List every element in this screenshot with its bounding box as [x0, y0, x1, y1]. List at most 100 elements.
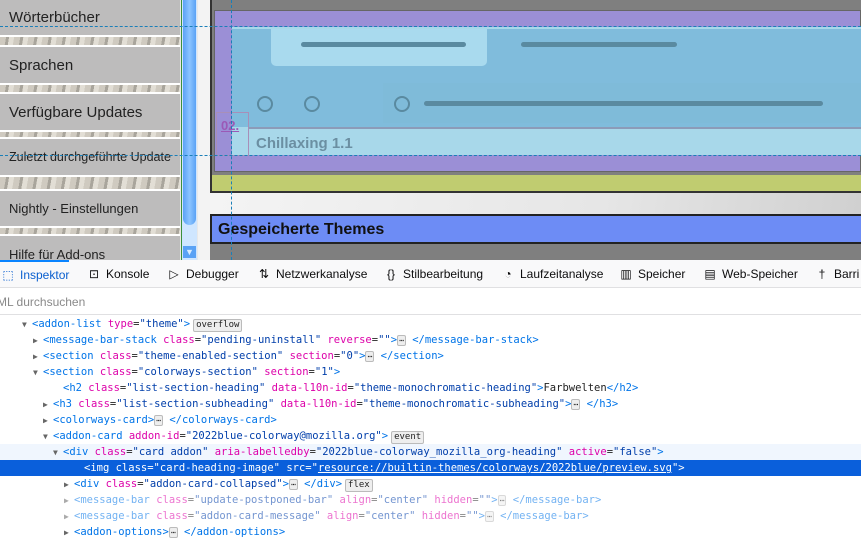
- expand-ellipsis-icon[interactable]: ⋯: [571, 399, 581, 410]
- tab-inspector[interactable]: ⬚ Inspektor: [0, 260, 70, 288]
- tag-open: <addon-list: [32, 318, 108, 330]
- markup-node[interactable]: ▶ <message-bar-stack class="pending-unins…: [0, 332, 861, 348]
- markup-node[interactable]: <h2 class="list-section-heading" data-l1…: [0, 380, 861, 396]
- attr-name: section: [264, 366, 309, 378]
- markup-node[interactable]: <img class="card-heading-image" src="res…: [0, 460, 861, 476]
- markup-node[interactable]: ▶ <message-bar class="addon-card-message"…: [0, 508, 861, 524]
- expand-twisty-icon[interactable]: ▶: [64, 509, 74, 525]
- markup-node[interactable]: ▶ <div class="addon-card-collapsed"> ⋯ </d…: [0, 476, 861, 492]
- tab-label: Debugger: [186, 267, 239, 281]
- tag-open: <div: [63, 446, 95, 458]
- markup-node[interactable]: ▶ <h3 class="list-section-subheading" dat…: [0, 396, 861, 412]
- preview-line: [301, 42, 466, 47]
- attr-value: "colorways-section": [137, 366, 258, 378]
- tab-console[interactable]: ⊡ Konsole: [86, 260, 149, 288]
- tag-end: </message-bar>: [512, 494, 602, 506]
- attr-name: aria-labelledby: [214, 446, 310, 458]
- attr-name: class: [78, 398, 110, 410]
- attr-name: hidden: [434, 494, 473, 506]
- overlay-label: 02.: [216, 112, 249, 156]
- markup-node[interactable]: ▼ <div class="card addon" aria-labelledby…: [0, 444, 861, 460]
- scroll-down-arrow-icon[interactable]: ▼: [183, 246, 196, 258]
- collapse-twisty-icon[interactable]: ▼: [43, 429, 53, 445]
- tag-end: </h3>: [586, 398, 619, 410]
- network-icon: ⇅: [258, 267, 270, 281]
- expand-twisty-icon[interactable]: ▶: [33, 333, 43, 349]
- expand-twisty-icon[interactable]: ▶: [43, 413, 53, 429]
- attr-value: "false": [613, 446, 658, 458]
- sidebar-item-label: Nightly - Einstellungen: [9, 201, 139, 216]
- tag-close: >: [381, 430, 389, 442]
- attr-name: reverse: [327, 334, 372, 346]
- attr-name: align: [326, 510, 359, 522]
- tag-end: </h2>: [606, 382, 639, 394]
- tag-open: <section: [43, 350, 100, 362]
- tag-close: ">: [671, 462, 685, 474]
- expand-ellipsis-icon[interactable]: ⋯: [365, 351, 375, 362]
- sidebar-background: [0, 177, 180, 189]
- expand-twisty-icon[interactable]: ▶: [43, 397, 53, 413]
- scrollbar-thumb[interactable]: [183, 0, 196, 225]
- tag-open: <section: [43, 366, 100, 378]
- markup-node[interactable]: ▶ <section class="theme-enabled-section" …: [0, 348, 861, 364]
- tab-debugger[interactable]: ▷ Debugger: [166, 260, 239, 288]
- node-badge[interactable]: overflow: [193, 319, 243, 332]
- expand-ellipsis-icon[interactable]: ⋯: [154, 415, 163, 426]
- node-badge[interactable]: event: [391, 431, 425, 444]
- tab-style-editor[interactable]: {} Stilbearbeitung: [383, 260, 483, 288]
- sidebar-item-label: Wörterbücher: [9, 9, 100, 26]
- expand-twisty-icon[interactable]: ▶: [64, 493, 74, 509]
- attr-name: align: [339, 494, 372, 506]
- tab-performance[interactable]: ◔ Laufzeitanalyse: [500, 260, 603, 288]
- tag-open: <colorways-card: [53, 414, 148, 426]
- preview-circle-icon: [257, 96, 273, 112]
- attr-name: class: [94, 446, 127, 458]
- sidebar-item-recent-updates[interactable]: Zuletzt durchgeführte Update: [0, 137, 180, 177]
- html-search-input[interactable]: ML durchsuchen: [0, 288, 861, 315]
- expand-ellipsis-icon[interactable]: ⋯: [168, 527, 178, 538]
- collapse-twisty-icon[interactable]: ▼: [22, 317, 32, 333]
- tab-label: Konsole: [106, 267, 150, 281]
- attr-value: "theme": [139, 318, 184, 330]
- tag-close: >: [162, 526, 169, 538]
- tag-close: >: [657, 446, 664, 458]
- markup-node[interactable]: ▼ <section class="colorways-section" sect…: [0, 364, 861, 380]
- attr-value: "addon-card-collapsed": [143, 478, 283, 490]
- expand-ellipsis-icon[interactable]: ⋯: [288, 479, 298, 490]
- tab-label: Laufzeitanalyse: [520, 267, 604, 281]
- attr-value: "": [466, 510, 479, 522]
- tab-network[interactable]: ⇅ Netzwerkanalyse: [256, 260, 367, 288]
- tab-memory[interactable]: ▥ Speicher: [618, 260, 685, 288]
- sidebar-item-dictionaries[interactable]: Wörterbücher: [0, 0, 180, 37]
- expand-ellipsis-icon[interactable]: ⋯: [497, 495, 507, 506]
- attr-name: data-l10n-id: [280, 398, 357, 410]
- attr-value: "card addon": [132, 446, 209, 458]
- expand-twisty-icon[interactable]: ▶: [33, 349, 43, 365]
- attr-link[interactable]: resource://builtin-themes/colorways/2022…: [318, 462, 672, 474]
- attr-value: "center": [364, 510, 416, 522]
- tab-accessibility[interactable]: † Barri: [814, 260, 860, 288]
- expand-twisty-icon[interactable]: ▶: [64, 477, 74, 493]
- tag-end: </addon-options>: [184, 526, 286, 538]
- markup-node[interactable]: ▶ <colorways-card> ⋯ </colorways-card>: [0, 412, 861, 428]
- markup-node[interactable]: ▼ <addon-list type="theme"> overflow: [0, 316, 861, 332]
- markup-node[interactable]: ▶ <addon-options> ⋯ </addon-options>: [0, 524, 861, 540]
- expand-ellipsis-icon[interactable]: ⋯: [397, 335, 406, 346]
- attr-name: active: [568, 446, 607, 458]
- attr-name: class: [105, 478, 138, 490]
- markup-node[interactable]: ▼ <addon-card addon-id="2022blue-colorway…: [0, 428, 861, 444]
- collapse-twisty-icon[interactable]: ▼: [33, 365, 43, 381]
- attr-value: "0": [340, 350, 360, 362]
- markup-node[interactable]: ▶ <message-bar class="update-postponed-ba…: [0, 492, 861, 508]
- attr-value: "list-section-subheading": [116, 398, 275, 410]
- tab-storage[interactable]: ▤ Web-Speicher: [702, 260, 798, 288]
- sidebar-item-nightly-settings[interactable]: Nightly - Einstellungen: [0, 189, 180, 228]
- expand-twisty-icon[interactable]: ▶: [64, 525, 74, 541]
- expand-ellipsis-icon[interactable]: ⋯: [484, 511, 494, 522]
- attr-name: section: [289, 350, 334, 362]
- collapse-twisty-icon[interactable]: ▼: [53, 445, 63, 461]
- sidebar-item-addons-help[interactable]: Hilfe für Add-ons: [0, 234, 180, 260]
- node-badge[interactable]: flex: [345, 479, 373, 492]
- sidebar-item-available-updates[interactable]: Verfügbare Updates: [0, 92, 180, 132]
- sidebar-item-languages[interactable]: Sprachen: [0, 45, 180, 85]
